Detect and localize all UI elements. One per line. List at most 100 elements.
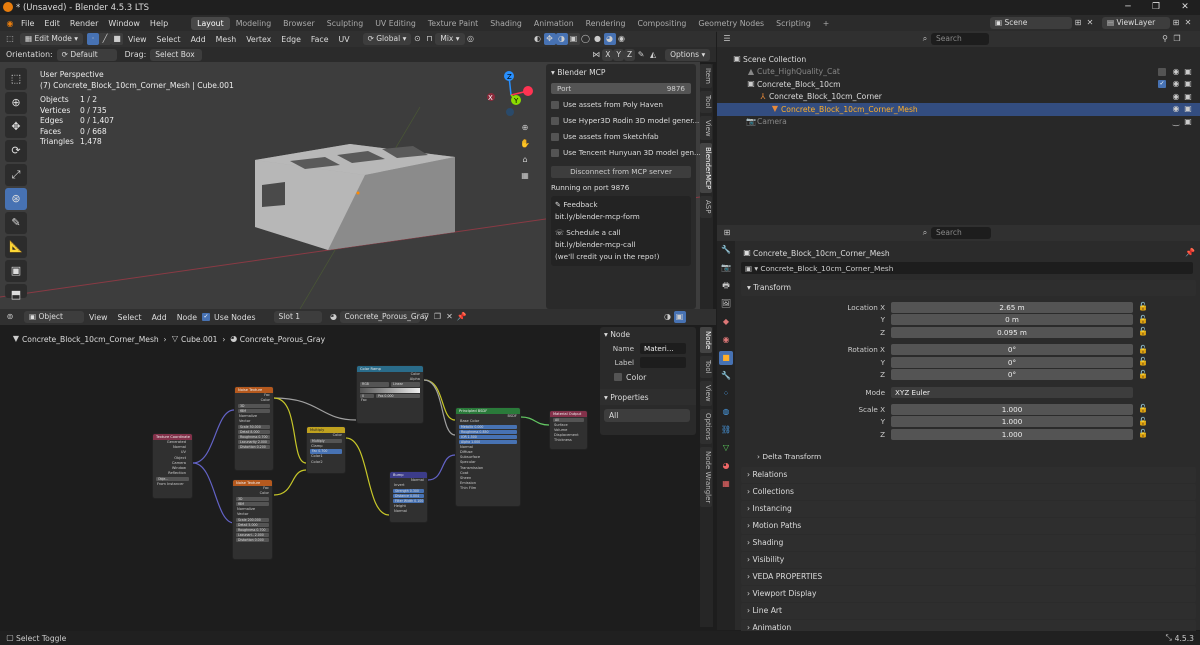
lock-icon[interactable]: 🔓	[1137, 416, 1149, 428]
node-tab-node-wrangler[interactable]: Node Wrangler	[700, 446, 712, 507]
lock-icon[interactable]: 🔓	[1137, 326, 1149, 338]
viewport-uv-menu[interactable]: UV	[334, 35, 355, 44]
panel-header-line-art[interactable]: › Line Art	[741, 602, 1196, 619]
filter-icon[interactable]: ⚲	[1159, 33, 1171, 45]
object-tab-icon[interactable]: ■	[719, 351, 733, 365]
render-tab-icon[interactable]: 📷	[719, 261, 733, 275]
eye-icon[interactable]: ◉	[1170, 78, 1182, 90]
panel-header-relations[interactable]: › Relations	[741, 466, 1196, 483]
cursor-icon[interactable]: ⊕	[5, 92, 27, 114]
node-principled-bsdf[interactable]: Principled BSDF BSDF Base Color Metallic…	[455, 407, 521, 507]
viewport-vertex-menu[interactable]: Vertex	[241, 35, 276, 44]
texture-tab-icon[interactable]: ▦	[719, 477, 733, 491]
shading-material-icon[interactable]: ◕	[603, 33, 616, 45]
viewport-view-menu[interactable]: View	[123, 35, 152, 44]
lock-icon[interactable]: 🔓	[1137, 314, 1149, 326]
lock-icon[interactable]: 🔓	[1137, 356, 1149, 368]
panel-header-viewport-display[interactable]: › Viewport Display	[741, 585, 1196, 602]
node-overlay-icon[interactable]: ◑	[662, 311, 674, 323]
world-tab-icon[interactable]: ◉	[719, 333, 733, 347]
constraints-tab-icon[interactable]: ⛓	[719, 423, 733, 437]
eye-icon[interactable]: ◉	[1170, 66, 1182, 78]
select-box-icon[interactable]: ⬚	[5, 68, 27, 90]
object-name-field[interactable]: ▣ ▾ Concrete_Block_10cm_Corner_Mesh	[741, 262, 1193, 274]
transform-field[interactable]: 0 m	[891, 314, 1133, 325]
panel-header-collections[interactable]: › Collections	[741, 483, 1196, 500]
workspace-tab-layout[interactable]: Layout	[191, 17, 230, 30]
maximize-button[interactable]: ❐	[1143, 0, 1169, 15]
menu-file[interactable]: File	[16, 19, 39, 28]
viewport-face-menu[interactable]: Face	[306, 35, 334, 44]
workspace-tab-uv-editing[interactable]: UV Editing	[369, 17, 422, 30]
node-bump[interactable]: Bump Normal Invert Strength 0.300 Distanc…	[389, 471, 428, 523]
node-properties-header[interactable]: ▾ Properties	[600, 389, 696, 405]
menu-window[interactable]: Window	[103, 19, 145, 28]
feedback-url[interactable]: bit.ly/blender-mcp-form	[555, 212, 687, 224]
add-cube-icon[interactable]: ▣	[5, 260, 27, 282]
node-color-checkbox[interactable]	[614, 373, 622, 381]
data-tab-icon[interactable]: ▽	[719, 441, 733, 455]
outliner-row[interactable]: ▣ Scene Collection	[717, 53, 1200, 66]
slot-selector[interactable]: Slot 1	[273, 311, 322, 323]
mcp-option-row[interactable]: Use Tencent Hunyuan 3D model gen...	[551, 148, 701, 164]
transform-orientation-selector[interactable]: ⟳ Global ▾	[362, 33, 412, 45]
shading-rendered-icon[interactable]: ◉	[616, 33, 628, 45]
duplicate-material-icon[interactable]: ❐	[432, 311, 444, 323]
view-layer-close-icon[interactable]: ✕	[1182, 17, 1194, 29]
snap-icon[interactable]: ⊓	[423, 33, 435, 45]
camera-render-icon[interactable]: ▣	[1182, 103, 1194, 115]
viewport-mesh-menu[interactable]: Mesh	[211, 35, 242, 44]
node-sidebar-toggle-icon[interactable]: ▣	[673, 311, 686, 323]
transform-field[interactable]: 1.000	[891, 403, 1133, 415]
node-material-output[interactable]: Material Output All Surface Volume Displac…	[549, 410, 588, 450]
pivot-icon[interactable]: ⊙	[411, 33, 423, 45]
panel-header-motion-paths[interactable]: › Motion Paths	[741, 517, 1196, 534]
viewport-tab-blendermcp[interactable]: BlenderMCP	[700, 143, 712, 194]
schedule-url[interactable]: bit.ly/blender-mcp-call	[555, 240, 687, 252]
brush-icon[interactable]: ✎	[635, 49, 647, 61]
schedule-row[interactable]: ☏ Schedule a call	[555, 228, 687, 240]
mcp-option-checkbox[interactable]	[551, 133, 559, 141]
axis-x-toggle[interactable]: X	[602, 48, 614, 61]
move-icon[interactable]: ✥	[5, 116, 27, 138]
camera-render-icon[interactable]: ▣	[1182, 116, 1194, 128]
zoom-icon[interactable]: ⊕	[519, 122, 531, 134]
output-tab-icon[interactable]: 🖶	[719, 279, 733, 293]
modifiers-tab-icon[interactable]: 🔧	[719, 369, 733, 383]
transform-field[interactable]: 1.000	[891, 428, 1133, 440]
workspace-tab-rendering[interactable]: Rendering	[580, 17, 632, 30]
drag-selector[interactable]: Select Box	[150, 48, 203, 61]
scene-pin-icon[interactable]: ⊞	[1072, 17, 1084, 29]
outliner-row[interactable]: ▼ Concrete_Block_10cm_Corner_Mesh ◉ ▣	[717, 103, 1200, 116]
visibility-icon[interactable]: ◐	[532, 33, 544, 45]
lock-icon[interactable]: 🔓	[1137, 344, 1149, 356]
snap-mode-selector[interactable]: Mix ▾	[435, 33, 465, 45]
workspace-tab-sculpting[interactable]: Sculpting	[321, 17, 369, 30]
transform-icon[interactable]: ⊛	[5, 188, 27, 210]
node-view-menu[interactable]: View	[84, 313, 113, 322]
blender-menu-icon[interactable]: ◉	[4, 18, 16, 30]
menu-help[interactable]: Help	[145, 19, 173, 28]
viewport-tab-asp[interactable]: ASP	[700, 196, 712, 218]
outliner-row[interactable]: ▣ Concrete_Block_10cm ✓ ◉ ▣	[717, 78, 1200, 91]
shading-wire-icon[interactable]: ◯	[580, 33, 592, 45]
physics-tab-icon[interactable]: ◍	[719, 405, 733, 419]
xray-icon[interactable]: ▣	[567, 33, 580, 45]
axis-y-toggle[interactable]: Y	[613, 48, 624, 61]
viewport-add-menu[interactable]: Add	[186, 35, 211, 44]
axis-z-toggle[interactable]: Z	[623, 48, 636, 61]
port-field[interactable]: Port 9876	[551, 83, 691, 94]
mcp-option-row[interactable]: Use Hyper3D Rodin 3D model gener...	[551, 116, 699, 132]
tool-tab-icon[interactable]: 🔧	[719, 243, 733, 257]
camera-view-icon[interactable]: ⌂	[519, 154, 531, 166]
unlink-material-icon[interactable]: ✕	[444, 311, 456, 323]
edge-select-icon[interactable]: ╱	[98, 33, 111, 45]
orientation-selector[interactable]: ⟳ Default	[56, 48, 117, 61]
node-multiply[interactable]: Multiply Color Multiply Clamp Fac 0.700 …	[306, 426, 346, 474]
vertex-select-icon[interactable]: ·	[86, 33, 99, 45]
node-tab-options[interactable]: Options	[700, 408, 712, 444]
eye-icon[interactable]: ◉	[1170, 103, 1182, 115]
feedback-row[interactable]: ✎ Feedback	[555, 200, 687, 212]
node-color-ramp[interactable]: Color Ramp Color Alpha RGB Linear 0 Pos …	[356, 365, 424, 424]
new-collection-icon[interactable]: ❐	[1171, 33, 1183, 45]
